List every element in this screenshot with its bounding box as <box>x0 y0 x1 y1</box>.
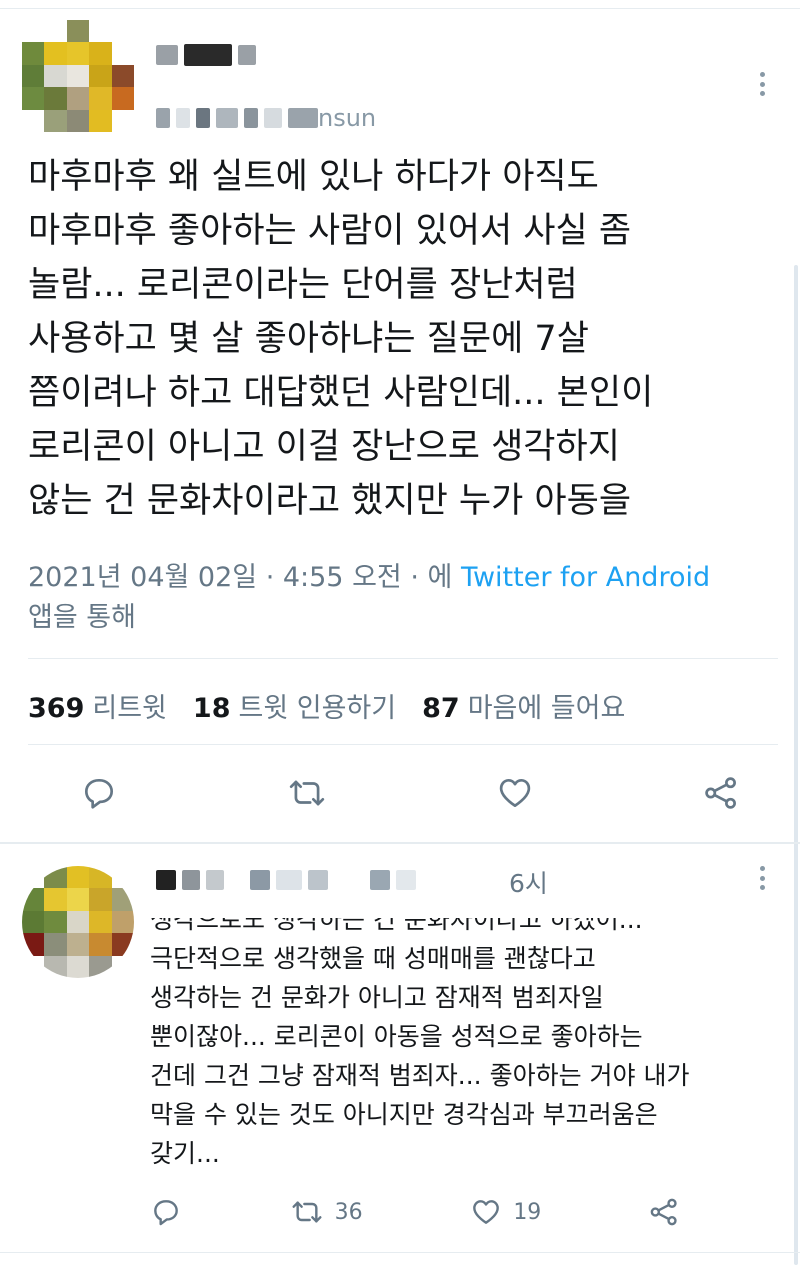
likes-stat[interactable]: 87 마음에 들어요 <box>422 686 625 725</box>
divider <box>0 842 800 844</box>
more-icon[interactable] <box>750 866 774 890</box>
reply-actions: 36 19 <box>150 1196 680 1228</box>
reply-avatar[interactable] <box>22 866 134 978</box>
reply-display-name-blurred[interactable] <box>156 870 416 890</box>
like-button[interactable] <box>495 774 535 812</box>
handle-fragment: nsun <box>318 104 377 132</box>
tweet-date: 2021년 04월 02일 · 4:55 오전 · 에 <box>28 562 461 593</box>
top-divider <box>0 8 800 9</box>
tweet-meta: 2021년 04월 02일 · 4:55 오전 · 에 Twitter for … <box>28 558 778 638</box>
reply-time[interactable]: 6시 <box>509 864 548 900</box>
scrollbar[interactable] <box>794 265 798 1265</box>
reply-like-button[interactable]: 19 <box>469 1196 541 1228</box>
share-icon <box>705 777 736 809</box>
retweets-stat[interactable]: 369 리트윗 <box>28 686 167 725</box>
source-link[interactable]: Twitter for Android <box>461 562 710 593</box>
reply-icon <box>154 1200 178 1226</box>
reply-button[interactable] <box>80 774 118 812</box>
tweet-actions <box>80 774 740 812</box>
tweet-text: 마후마후 왜 실트에 있나 하다가 아직도 마후마후 좋아하는 사람이 있어서 … <box>28 157 654 521</box>
divider <box>28 658 778 659</box>
retweet-button[interactable] <box>285 774 329 812</box>
retweet-icon <box>289 780 324 806</box>
reply-icon <box>84 778 114 809</box>
divider <box>28 744 778 745</box>
retweet-icon <box>292 1201 322 1223</box>
reply-text-crop <box>150 900 770 918</box>
bottom-divider <box>0 1252 800 1253</box>
heart-icon <box>500 778 531 808</box>
more-icon[interactable] <box>750 72 774 96</box>
avatar[interactable] <box>22 20 134 132</box>
retweet-count: 36 <box>334 1199 363 1225</box>
username-blurred[interactable]: nsun <box>156 104 376 132</box>
reply-retweet-button[interactable]: 36 <box>289 1196 363 1228</box>
quotes-stat[interactable]: 18 트윗 인용하기 <box>193 686 396 725</box>
heart-icon <box>473 1200 500 1224</box>
share-icon <box>650 1198 677 1226</box>
reply-reply-button[interactable] <box>150 1196 182 1228</box>
tweet-stats: 369 리트윗 18 트윗 인용하기 87 마음에 들어요 <box>28 686 625 725</box>
like-count: 19 <box>513 1199 542 1225</box>
reply-text: 생각으로도 생각하는 건 문화차이라고 하겠어... 극단적으로 생각했을 때 … <box>150 905 690 1168</box>
share-button[interactable] <box>702 774 740 812</box>
source-suffix: 앱을 통해 <box>28 602 136 633</box>
display-name-blurred[interactable] <box>156 44 256 66</box>
reply-share-button[interactable] <box>648 1196 680 1228</box>
